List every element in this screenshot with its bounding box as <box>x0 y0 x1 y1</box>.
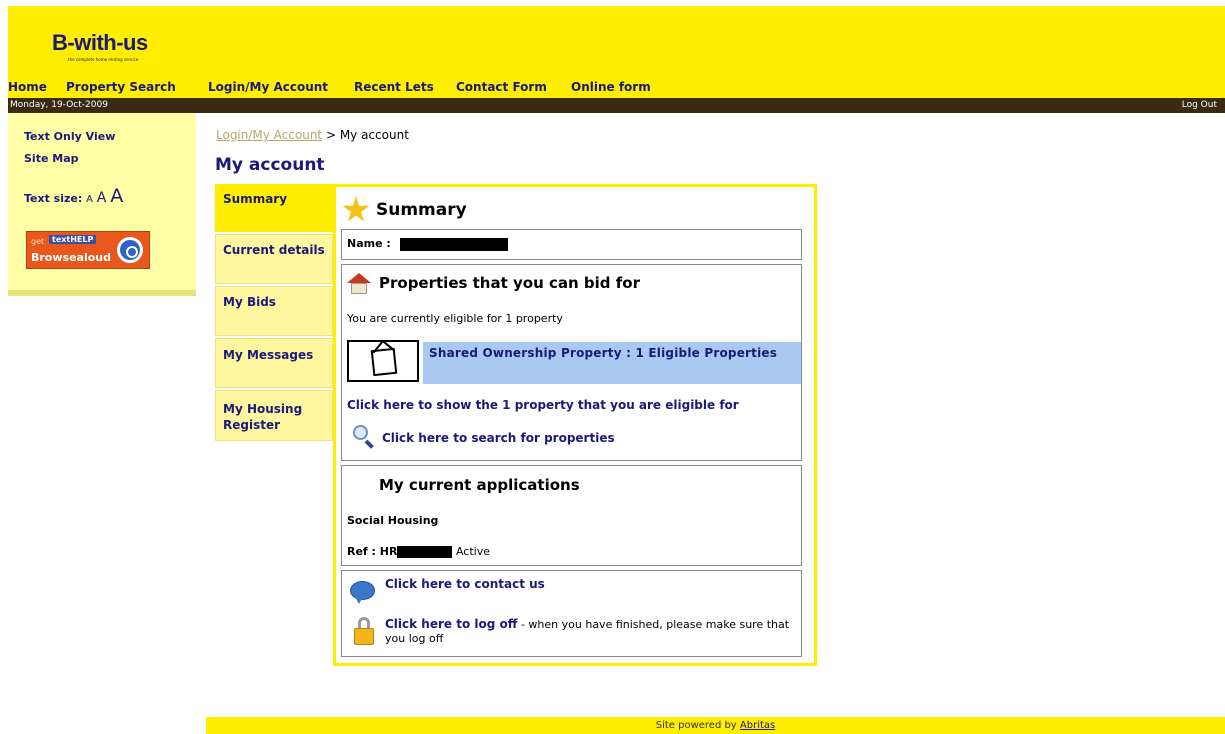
speech-bubble-icon <box>350 579 376 604</box>
text-size-control: Text size: A A A <box>24 185 123 207</box>
browsealoud-button[interactable]: get textHELP Browsealoud <box>26 231 150 269</box>
date-bar: Monday, 19-Oct-2009 Log Out <box>8 98 1225 113</box>
applications-heading: My current applications <box>379 476 580 494</box>
name-box: Name : <box>341 229 802 260</box>
log-off-link[interactable]: Click here to log off <box>385 617 517 631</box>
house-icon <box>347 273 371 295</box>
breadcrumb-separator: > <box>322 128 340 142</box>
properties-heading: Properties that you can bid for <box>379 274 640 292</box>
site-footer: Site powered by Abritas <box>206 717 1225 734</box>
browsealoud-get: get <box>31 237 45 246</box>
nav-item-online-form[interactable]: Online form <box>571 80 651 94</box>
tab-current-details[interactable]: Current details <box>215 234 333 284</box>
search-icon <box>351 424 375 449</box>
nav-item-home[interactable]: Home <box>8 80 47 94</box>
text-size-large[interactable]: A <box>110 185 123 207</box>
site-header: B-with-us the complete home renting serv… <box>8 6 1225 78</box>
tab-summary[interactable]: Summary <box>215 184 333 232</box>
applications-box: My current applications Social Housing R… <box>341 465 802 566</box>
logoff-row: Click here to log off - when you have fi… <box>385 617 795 646</box>
lock-icon <box>354 617 374 645</box>
abritas-link[interactable]: Abritas <box>740 720 775 731</box>
site-logo[interactable]: B-with-us the complete home renting serv… <box>34 30 194 72</box>
contact-us-link[interactable]: Click here to contact us <box>385 577 545 591</box>
application-ref-label: Ref : HR <box>347 545 398 558</box>
nav-item-login-my-account[interactable]: Login/My Account <box>208 80 328 94</box>
nav-item-property-search[interactable]: Property Search <box>66 80 176 94</box>
logo-tagline: the complete home renting service <box>68 57 139 62</box>
text-size-medium[interactable]: A <box>97 190 107 206</box>
current-date: Monday, 19-Oct-2009 <box>10 100 108 110</box>
application-type: Social Housing <box>347 514 439 527</box>
breadcrumb-login-link[interactable]: Login/My Account <box>216 128 322 142</box>
footer-text: Site powered by <box>655 720 737 731</box>
application-ref: Ref : HR Active <box>347 545 490 558</box>
breadcrumb-current: My account <box>339 128 409 142</box>
text-only-view-link[interactable]: Text Only View <box>24 130 115 143</box>
tab-my-housing-register[interactable]: My Housing Register <box>215 390 333 441</box>
left-sidebar: Text Only View Site Map Text size: A A A… <box>8 113 196 296</box>
main-nav: Home Property Search Login/My Account Re… <box>8 78 1225 98</box>
name-label: Name : <box>347 237 391 250</box>
site-map-link[interactable]: Site Map <box>24 152 78 165</box>
name-redacted <box>400 238 508 251</box>
property-row: Shared Ownership Property : 1 Eligible P… <box>347 340 802 384</box>
tab-my-messages[interactable]: My Messages <box>215 338 333 388</box>
summary-panel: Summary Name : Properties that you can b… <box>333 184 817 666</box>
house-sketch-icon <box>370 347 398 377</box>
page-title: My account <box>215 155 325 175</box>
nav-item-contact-form[interactable]: Contact Form <box>456 80 547 94</box>
application-status: Active <box>455 545 490 558</box>
nav-item-recent-lets[interactable]: Recent Lets <box>354 80 434 94</box>
show-eligible-property-link[interactable]: Click here to show the 1 property that y… <box>347 398 739 412</box>
browsealoud-label: Browsealoud <box>31 251 111 264</box>
property-thumbnail[interactable] <box>347 340 419 382</box>
text-size-small[interactable]: A <box>86 194 93 205</box>
properties-box: Properties that you can bid for You are … <box>341 264 802 461</box>
shared-ownership-link[interactable]: Shared Ownership Property : 1 Eligible P… <box>423 342 801 384</box>
tab-my-bids[interactable]: My Bids <box>215 286 333 336</box>
browsealoud-icon <box>117 237 143 263</box>
star-icon <box>342 196 370 222</box>
logout-link[interactable]: Log Out <box>1182 100 1217 110</box>
text-size-label: Text size: <box>24 192 83 205</box>
eligible-text: You are currently eligible for 1 propert… <box>347 312 563 325</box>
breadcrumb: Login/My Account > My account <box>216 128 409 142</box>
application-ref-redacted <box>397 546 453 558</box>
summary-title: Summary <box>376 200 467 220</box>
contact-box: Click here to contact us Click here to l… <box>341 570 802 657</box>
texthelp-badge: textHELP <box>49 235 97 244</box>
search-properties-link[interactable]: Click here to search for properties <box>382 431 615 445</box>
logo-text: B-with-us <box>52 30 148 55</box>
